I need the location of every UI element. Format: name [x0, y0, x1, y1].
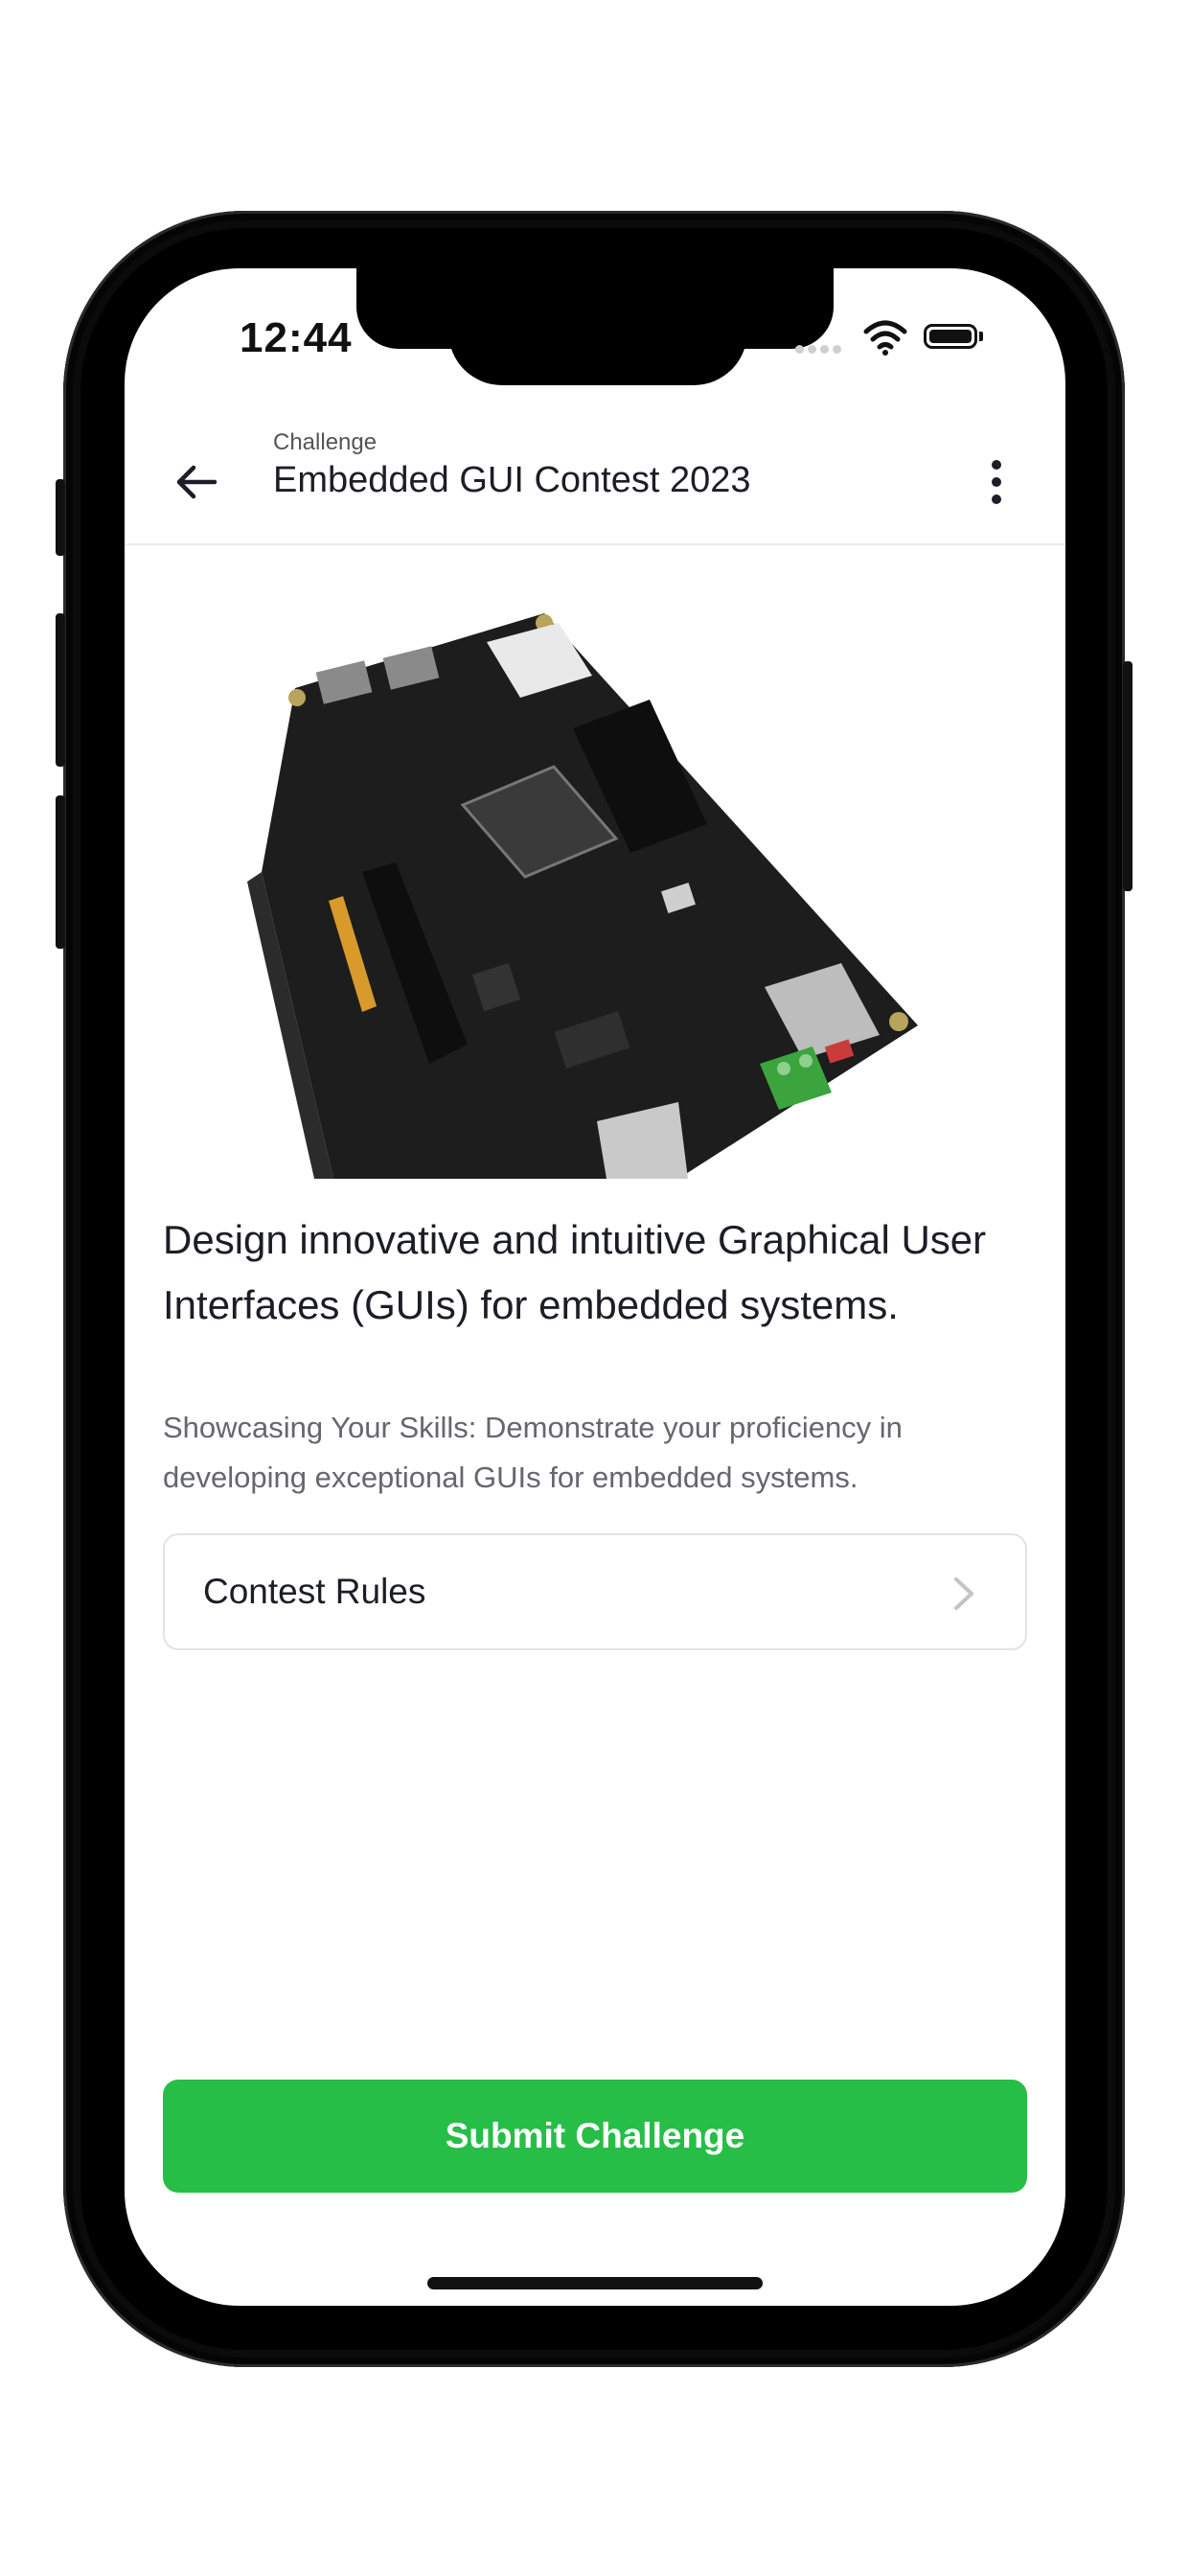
phone-power-button [1123, 661, 1133, 891]
status-time: 12:44 [240, 314, 353, 361]
submit-challenge-button[interactable]: Submit Challenge [163, 2080, 1027, 2193]
notch-camera-housing [448, 268, 747, 385]
app-screen: 12:44 Challenge Embedded GUI Contest 202… [125, 268, 1065, 2306]
cellular-signal-icon [795, 341, 849, 354]
more-vertical-icon-dot [992, 477, 1001, 487]
home-indicator[interactable] [427, 2277, 763, 2289]
phone-mute-switch [56, 479, 65, 556]
wifi-icon [863, 320, 907, 356]
submit-challenge-label: Submit Challenge [445, 2116, 745, 2155]
contest-rules-row[interactable]: Contest Rules [163, 1533, 1027, 1650]
more-vertical-icon-dot [992, 494, 1001, 504]
challenge-image [247, 613, 918, 1179]
arrow-left-icon [176, 465, 217, 499]
back-button[interactable] [163, 448, 230, 516]
battery-icon [924, 324, 977, 349]
challenge-headline: Design innovative and intuitive Graphica… [163, 1217, 987, 1327]
header-divider [125, 543, 1065, 545]
challenge-description: Showcasing Your Skills: Demonstrate your… [163, 1411, 903, 1494]
chevron-right-icon [954, 1577, 973, 1610]
battery-tip [979, 332, 983, 341]
header-subtitle: Challenge [273, 429, 378, 455]
more-vertical-icon-dot [992, 460, 1001, 470]
phone-volume-down [56, 795, 65, 949]
contest-rules-label: Contest Rules [203, 1572, 426, 1611]
phone-volume-up [56, 613, 65, 767]
page-title: Embedded GUI Contest 2023 [273, 460, 751, 500]
more-options-button[interactable] [968, 448, 1025, 516]
